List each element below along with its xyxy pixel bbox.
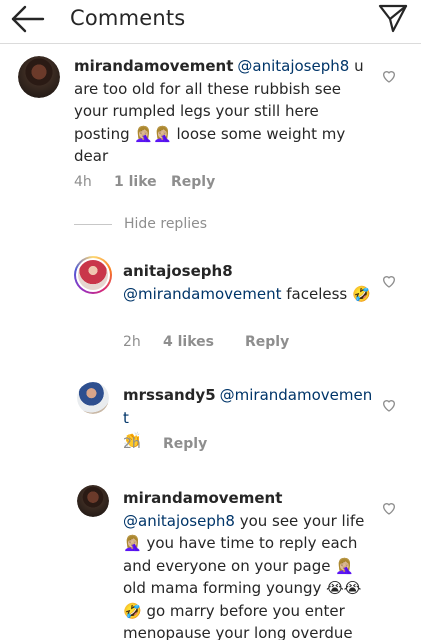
heart-icon[interactable] <box>381 397 397 413</box>
reply-time: 2h <box>123 436 141 452</box>
paper-plane-icon <box>378 4 408 33</box>
hide-replies-toggle[interactable]: Hide replies <box>74 216 207 232</box>
reply-text: anitajoseph8 @mirandamovement faceless 🤣 <box>123 260 373 305</box>
heart-icon[interactable] <box>381 500 397 516</box>
reply-username[interactable]: mrssandy5 <box>123 386 216 404</box>
reply-body: faceless 🤣 <box>286 284 371 303</box>
comment-mention[interactable]: @anitajoseph8 <box>237 57 349 75</box>
share-button[interactable] <box>377 2 409 34</box>
comment-text: mirandamovement @anitajoseph8 u are too o… <box>74 55 374 168</box>
page-title: Comments <box>70 6 186 30</box>
reply-username[interactable]: anitajoseph8 <box>123 262 233 280</box>
reply-text: mirandamovement @anitajoseph8 you see yo… <box>123 487 373 640</box>
reply-button[interactable]: Reply <box>245 334 289 350</box>
comment-username[interactable]: mirandamovement <box>74 57 233 75</box>
comment-meta: 4h 1 like Reply <box>74 174 215 190</box>
reply-username[interactable]: mirandamovement <box>123 489 282 507</box>
reply-likes[interactable]: 4 likes <box>163 334 245 350</box>
arrow-left-icon <box>11 5 45 33</box>
hide-replies-label: Hide replies <box>124 216 208 232</box>
reply-meta: 2h 4 likes Reply <box>123 334 289 350</box>
back-button[interactable] <box>10 4 46 34</box>
comments-header: Comments <box>0 0 421 44</box>
reply-mention[interactable]: @anitajoseph8 <box>123 512 235 530</box>
avatar[interactable] <box>18 56 60 98</box>
reply-mention[interactable]: @mirandamovement <box>123 285 281 303</box>
avatar[interactable] <box>74 256 112 294</box>
reply-button[interactable]: Reply <box>171 174 215 190</box>
avatar[interactable] <box>77 485 109 517</box>
divider <box>74 223 112 225</box>
reply-time: 2h <box>123 334 141 350</box>
reply-button[interactable]: Reply <box>163 436 207 452</box>
avatar[interactable] <box>77 382 109 414</box>
reply-meta: 2h Reply <box>123 436 207 452</box>
comment-time: 4h <box>74 174 92 190</box>
comment-likes[interactable]: 1 like <box>114 174 171 190</box>
heart-icon[interactable] <box>381 273 397 289</box>
heart-icon[interactable] <box>381 68 397 84</box>
reply-body: you see your life 🤦🏼‍♀️ you have time to… <box>123 511 365 640</box>
